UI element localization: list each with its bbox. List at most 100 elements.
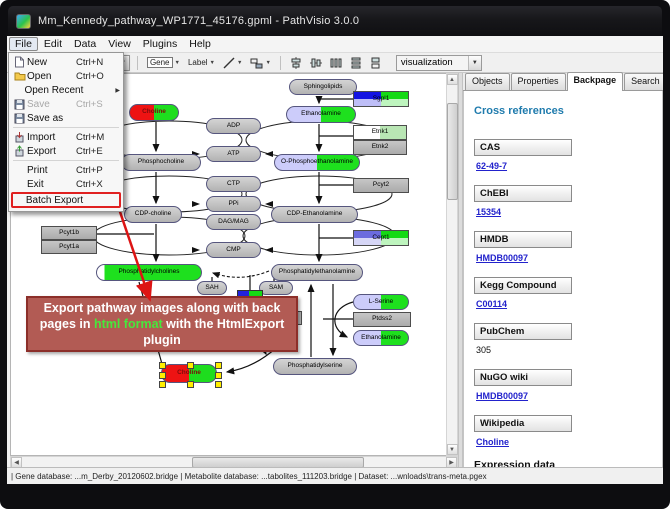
selection-handle[interactable] [187, 381, 194, 388]
selection-handle[interactable] [187, 362, 194, 369]
menu-item-save-as[interactable]: Save as [9, 111, 123, 125]
selection-handle[interactable] [215, 362, 222, 369]
node-cdp-choline[interactable]: CDP-choline [124, 206, 182, 223]
crossref-link[interactable]: HMDB00097 [476, 391, 528, 401]
scrollbar-thumb[interactable] [192, 457, 364, 468]
menubar-item-view[interactable]: View [102, 37, 137, 51]
menu-item-exit[interactable]: ExitCtrl+X [9, 177, 123, 191]
crossref-link[interactable]: Choline [476, 437, 509, 447]
menu-item-batch-export[interactable]: Batch Export [11, 192, 121, 208]
crossref-value: HMDB00097 [476, 253, 652, 263]
node-dag-mag[interactable]: DAG/MAG [206, 214, 261, 230]
selection-handle[interactable] [159, 372, 166, 379]
menu-item-label: Save as [27, 113, 76, 124]
stack-button[interactable] [368, 55, 384, 70]
node-phosphatidylcholines[interactable]: Phosphatidylcholines [96, 264, 202, 281]
chevron-down-icon[interactable]: ▼ [237, 60, 242, 66]
selection-handle[interactable] [159, 362, 166, 369]
selection-handle[interactable] [215, 372, 222, 379]
distribute-vertical-button[interactable] [348, 55, 364, 70]
node-cmp[interactable]: CMP [206, 242, 261, 258]
tab-backpage[interactable]: Backpage [567, 72, 624, 91]
menu-item-shortcut: Ctrl+M [76, 132, 112, 143]
node-cept1[interactable]: Cept1 [353, 230, 409, 246]
node-atp[interactable]: ATP [206, 146, 261, 162]
node-ethanolamine[interactable]: Ethanolamine [353, 330, 409, 346]
node-choline[interactable]: Choline [129, 104, 179, 121]
cross-reference-sections: CAS62-49-7ChEBI15354HMDBHMDB00097Kegg Co… [474, 137, 652, 447]
node-o-phosphoethanolamine[interactable]: O-Phosphoethanolamine [274, 154, 360, 171]
menu-item-import[interactable]: ImportCtrl+M [9, 130, 123, 144]
crossref-header: CAS [474, 139, 572, 156]
menu-item-print[interactable]: PrintCtrl+P [9, 163, 123, 177]
menubar-item-data[interactable]: Data [68, 37, 102, 51]
menu-item-new[interactable]: NewCtrl+N [9, 55, 123, 69]
chevron-down-icon[interactable]: ▼ [468, 56, 481, 70]
scroll-left-icon[interactable]: ◀ [11, 457, 22, 468]
node-ctp[interactable]: CTP [206, 176, 261, 192]
menu-item-open-recent[interactable]: Open Recent▶ [9, 83, 123, 97]
align-center-button[interactable] [288, 55, 304, 70]
node-phosphocholine[interactable]: Phosphocholine [121, 154, 201, 171]
node-phosphatidylserine[interactable]: Phosphatidylserine [273, 358, 357, 375]
node-pcyt1b[interactable]: Pcyt1b [41, 226, 97, 240]
crossref-link[interactable]: C00114 [476, 299, 507, 309]
line-tool-button[interactable]: ▼ [221, 55, 244, 70]
chevron-down-icon[interactable]: ▼ [265, 60, 270, 66]
visualization-combobox[interactable]: visualization ▼ [396, 55, 482, 71]
scroll-right-icon[interactable]: ▶ [446, 457, 457, 468]
crossref-section-wikipedia: WikipediaCholine [474, 413, 652, 447]
node-etnk1[interactable]: Etnk1 [353, 125, 407, 140]
node-sgpl1[interactable]: Sgpl1 [353, 91, 409, 107]
node-pcyt1a[interactable]: Pcyt1a [41, 240, 97, 254]
menu-item-open[interactable]: OpenCtrl+O [9, 69, 123, 83]
crossref-value: C00114 [476, 299, 652, 309]
chevron-down-icon[interactable]: ▼ [210, 60, 215, 66]
crossref-link[interactable]: 15354 [476, 207, 501, 217]
node-ethanolamine[interactable]: Ethanolamine [286, 106, 356, 123]
crossref-value: 305 [476, 345, 652, 355]
menubar-item-edit[interactable]: Edit [38, 37, 68, 51]
title-bar[interactable]: Mm_Kennedy_pathway_WP1771_45176.gpml - P… [8, 6, 662, 36]
node-adp[interactable]: ADP [206, 118, 261, 134]
menu-item-label: Exit [27, 179, 76, 190]
node-sphingolipids[interactable]: Sphingolipids [289, 79, 357, 95]
stack-icon [370, 57, 382, 69]
tab-properties[interactable]: Properties [511, 73, 566, 90]
node-phosphatidylethanolamine[interactable]: Phosphatidylethanolamine [271, 264, 363, 281]
shape-tool-button[interactable]: ▼ [248, 55, 272, 70]
scroll-up-icon[interactable]: ▲ [447, 74, 458, 85]
add-gene-button[interactable]: Gene ▼ [145, 55, 182, 70]
crossref-link[interactable]: HMDB00097 [476, 253, 528, 263]
node-l-serine[interactable]: L-Serine [353, 294, 409, 310]
node-sah[interactable]: SAH [197, 281, 227, 295]
menubar-item-file[interactable]: File [9, 37, 38, 51]
selection-handle[interactable] [159, 381, 166, 388]
scrollbar-thumb[interactable] [447, 103, 458, 200]
crossref-section-pubchem: PubChem305 [474, 321, 652, 355]
node-sam[interactable]: SAM [259, 281, 293, 295]
node-ptdss2[interactable]: Ptdss2 [353, 312, 411, 327]
menubar-item-plugins[interactable]: Plugins [137, 37, 183, 51]
folder-icon [12, 71, 27, 81]
selected-node-choline[interactable]: Choline [161, 364, 217, 383]
add-label-button[interactable]: Label ▼ [186, 55, 217, 70]
node-etnk2[interactable]: Etnk2 [353, 140, 407, 155]
node-pcyt2[interactable]: Pcyt2 [353, 178, 409, 193]
status-text: | Gene database: ...m_Derby_20120602.bri… [11, 472, 487, 481]
selection-handle[interactable] [215, 381, 222, 388]
distribute-horizontal-button[interactable] [328, 55, 344, 70]
menubar-item-help[interactable]: Help [183, 37, 217, 51]
node-ppi[interactable]: PPi [206, 196, 261, 212]
scroll-down-icon[interactable]: ▼ [447, 444, 458, 455]
node-cdp-ethanolamine[interactable]: CDP-Ethanolamine [271, 206, 358, 223]
tab-objects[interactable]: Objects [465, 73, 510, 90]
chevron-down-icon[interactable]: ▼ [175, 60, 180, 66]
canvas-vertical-scrollbar[interactable]: ▲ ▼ [446, 73, 458, 456]
menu-item-export[interactable]: ExportCtrl+E [9, 144, 123, 158]
align-vertical-button[interactable] [308, 55, 324, 70]
crossref-section-kegg-compound: Kegg CompoundC00114 [474, 275, 652, 309]
annotation-callout: Export pathway images along with back pa… [26, 296, 298, 352]
tab-search[interactable]: Search [624, 73, 663, 90]
crossref-link[interactable]: 62-49-7 [476, 161, 507, 171]
